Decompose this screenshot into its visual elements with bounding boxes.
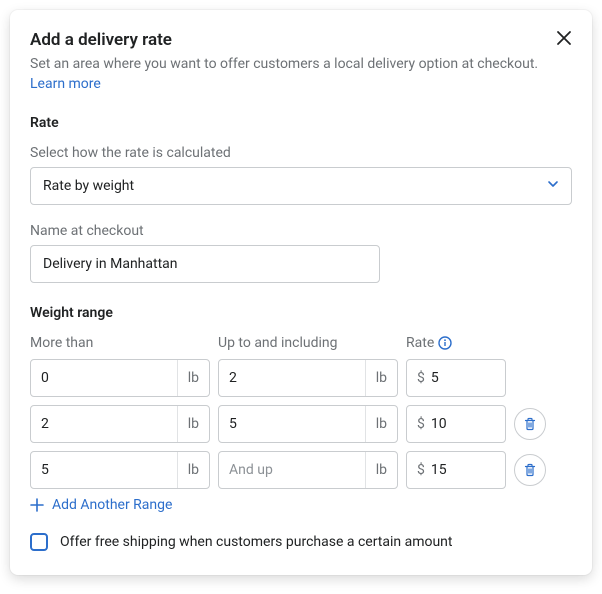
more-than-value: 0 bbox=[31, 370, 177, 386]
close-button[interactable] bbox=[554, 28, 574, 48]
free-shipping-checkbox[interactable] bbox=[30, 533, 48, 551]
calc-method-label: Select how the rate is calculated bbox=[30, 145, 572, 161]
free-shipping-row: Offer free shipping when customers purch… bbox=[30, 533, 572, 551]
rate-input[interactable]: $5 bbox=[406, 359, 506, 397]
delete-row-button[interactable] bbox=[514, 454, 546, 486]
rate-value: 10 bbox=[431, 416, 447, 432]
header-more-than: More than bbox=[30, 335, 210, 351]
free-shipping-label: Offer free shipping when customers purch… bbox=[60, 534, 453, 550]
add-range-button[interactable]: Add Another Range bbox=[30, 497, 572, 513]
learn-more-link[interactable]: Learn more bbox=[30, 76, 101, 92]
delivery-rate-modal: Add a delivery rate Set an area where yo… bbox=[10, 10, 592, 575]
more-than-input[interactable]: 0lb bbox=[30, 359, 210, 397]
trash-icon bbox=[523, 417, 537, 431]
plus-icon bbox=[30, 498, 44, 512]
calc-method-value: Rate by weight bbox=[43, 178, 134, 194]
up-to-input[interactable]: 2lb bbox=[218, 359, 398, 397]
unit-label: lb bbox=[365, 360, 397, 396]
more-than-input[interactable]: 2lb bbox=[30, 405, 210, 443]
up-to-value: 5 bbox=[219, 416, 365, 432]
more-than-value: 2 bbox=[31, 416, 177, 432]
currency-symbol: $ bbox=[417, 462, 425, 478]
header-up-to: Up to and including bbox=[218, 335, 398, 351]
calc-method-select[interactable]: Rate by weight bbox=[30, 167, 572, 205]
rate-section-label: Rate bbox=[30, 115, 572, 131]
modal-subtitle: Set an area where you want to offer cust… bbox=[30, 54, 572, 95]
rate-value: 5 bbox=[431, 370, 439, 386]
currency-symbol: $ bbox=[417, 416, 425, 432]
unit-label: lb bbox=[177, 452, 209, 488]
info-icon[interactable] bbox=[438, 336, 452, 350]
header-rate-text: Rate bbox=[406, 335, 434, 351]
name-checkout-label: Name at checkout bbox=[30, 223, 572, 239]
currency-symbol: $ bbox=[417, 370, 425, 386]
up-to-value: And up bbox=[219, 462, 365, 478]
range-row: 0lb2lb$5 bbox=[30, 359, 572, 397]
rate-input[interactable]: $15 bbox=[406, 451, 506, 489]
range-row: 2lb5lb$10 bbox=[30, 405, 572, 443]
rate-value: 15 bbox=[431, 462, 447, 478]
up-to-value: 2 bbox=[219, 370, 365, 386]
unit-label: lb bbox=[177, 406, 209, 442]
name-checkout-value: Delivery in Manhattan bbox=[43, 256, 178, 272]
up-to-input[interactable]: And uplb bbox=[218, 451, 398, 489]
delete-row-button[interactable] bbox=[514, 408, 546, 440]
modal-title: Add a delivery rate bbox=[30, 30, 572, 50]
unit-label: lb bbox=[365, 452, 397, 488]
more-than-input[interactable]: 5lb bbox=[30, 451, 210, 489]
subtitle-text: Set an area where you want to offer cust… bbox=[30, 56, 538, 72]
trash-icon bbox=[523, 463, 537, 477]
range-headers: More than Up to and including Rate bbox=[30, 335, 572, 351]
more-than-value: 5 bbox=[31, 462, 177, 478]
up-to-input[interactable]: 5lb bbox=[218, 405, 398, 443]
add-range-label: Add Another Range bbox=[52, 497, 172, 513]
header-rate: Rate bbox=[406, 335, 506, 351]
chevron-down-icon bbox=[547, 178, 559, 194]
unit-label: lb bbox=[177, 360, 209, 396]
name-checkout-input[interactable]: Delivery in Manhattan bbox=[30, 245, 380, 283]
close-icon bbox=[556, 30, 572, 46]
rate-input[interactable]: $10 bbox=[406, 405, 506, 443]
weight-range-label: Weight range bbox=[30, 305, 572, 321]
range-row: 5lbAnd uplb$15 bbox=[30, 451, 572, 489]
unit-label: lb bbox=[365, 406, 397, 442]
